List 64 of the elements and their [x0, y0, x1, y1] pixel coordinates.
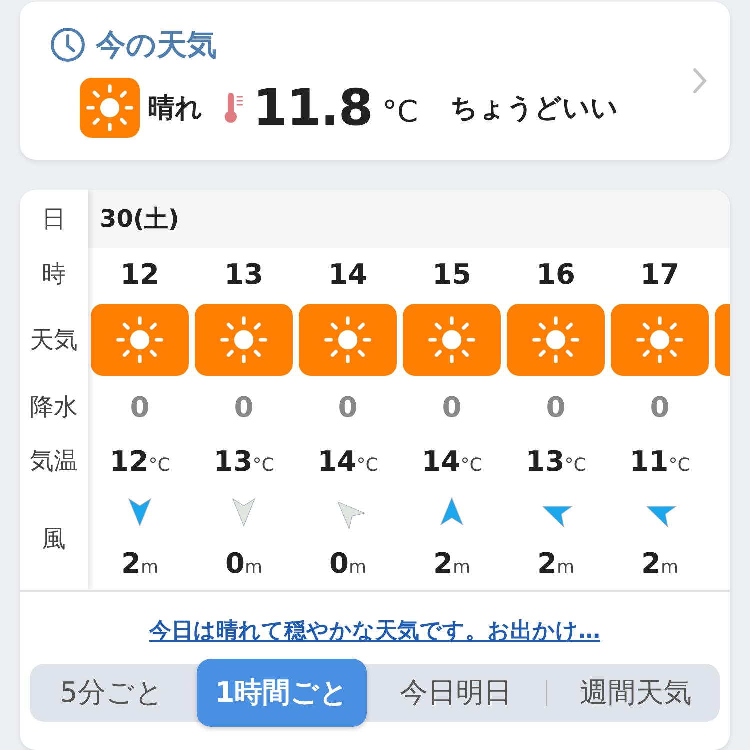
wind-speed-value: 0 [225, 546, 245, 580]
summary-link[interactable]: 今日は晴れて穏やかな天気です。お出かけ… [150, 616, 600, 646]
hour-text: 17 [640, 258, 680, 290]
precipitation-value: 0 [546, 390, 566, 424]
wind-speed-unit: m [556, 556, 575, 578]
chevron-right-icon [692, 67, 708, 95]
hour-text: 13 [224, 258, 264, 290]
hour-text: 16 [536, 258, 576, 290]
precipitation-value: 0 [650, 390, 670, 424]
temperature-unit: °C [148, 454, 170, 476]
sun-icon [532, 316, 580, 364]
temperature-value: 13 [214, 444, 253, 478]
date-text: 30(土) [100, 204, 180, 235]
view-tab[interactable]: 5分ごと [46, 664, 178, 722]
weather-label: 晴れ [148, 92, 203, 126]
row-label: 風 [41, 524, 67, 555]
temperature-value: 12 [110, 444, 149, 478]
wind-speed-unit: m [660, 556, 679, 578]
precipitation-value: 0 [234, 390, 254, 424]
temperature-unit: °C [564, 454, 586, 476]
wind-speed-value: 2 [433, 546, 453, 580]
hour-text: 12 [120, 258, 160, 290]
hour-text: 14 [328, 258, 368, 290]
clock-icon [50, 27, 86, 63]
temperature-unit: °C [356, 454, 378, 476]
row-label: 降水 [29, 392, 79, 423]
sun-icon [324, 316, 372, 364]
hour-text: 15 [432, 258, 472, 290]
precipitation-value: 0 [442, 390, 462, 424]
sun-icon [86, 84, 134, 132]
feeling-text: ちょうどいい [450, 92, 618, 126]
sun-icon [428, 316, 476, 364]
temperature-value: 11.8 [253, 78, 372, 136]
wind-speed-value: 0 [329, 546, 349, 580]
view-tab[interactable]: 今日明日 [386, 664, 526, 722]
temperature-value: 11 [630, 444, 669, 478]
section-title: 今の天気 [96, 26, 217, 64]
view-tab[interactable]: 週間天気 [566, 664, 706, 722]
precipitation-value: 0 [130, 390, 150, 424]
wind-speed-value: 2 [537, 546, 557, 580]
wind-speed-value: 2 [121, 546, 141, 580]
sun-icon [116, 316, 164, 364]
precipitation-value: 0 [338, 390, 358, 424]
sun-icon [636, 316, 684, 364]
wind-speed-value: 2 [641, 546, 661, 580]
temperature-unit: °C [252, 454, 274, 476]
thermometer-icon [223, 90, 245, 124]
sun-icon [220, 316, 268, 364]
temperature-value: 13 [526, 444, 565, 478]
temperature-value: 14 [422, 444, 461, 478]
row-label: 気温 [29, 446, 79, 477]
wind-speed-unit: m [244, 556, 263, 578]
row-label: 天気 [29, 325, 79, 356]
current-weather-card[interactable]: 今の天気 晴れ 11.8 °C ちょうどいい [20, 2, 730, 160]
row-label: 日 [41, 204, 67, 235]
wind-speed-unit: m [348, 556, 367, 578]
wind-speed-unit: m [140, 556, 159, 578]
temperature-unit: °C [382, 94, 418, 130]
row-label: 時 [41, 259, 67, 290]
view-tab[interactable]: 1時間ごと [197, 659, 367, 727]
temperature-value: 14 [318, 444, 357, 478]
wind-speed-unit: m [452, 556, 471, 578]
temperature-unit: °C [668, 454, 690, 476]
temperature-unit: °C [460, 454, 482, 476]
